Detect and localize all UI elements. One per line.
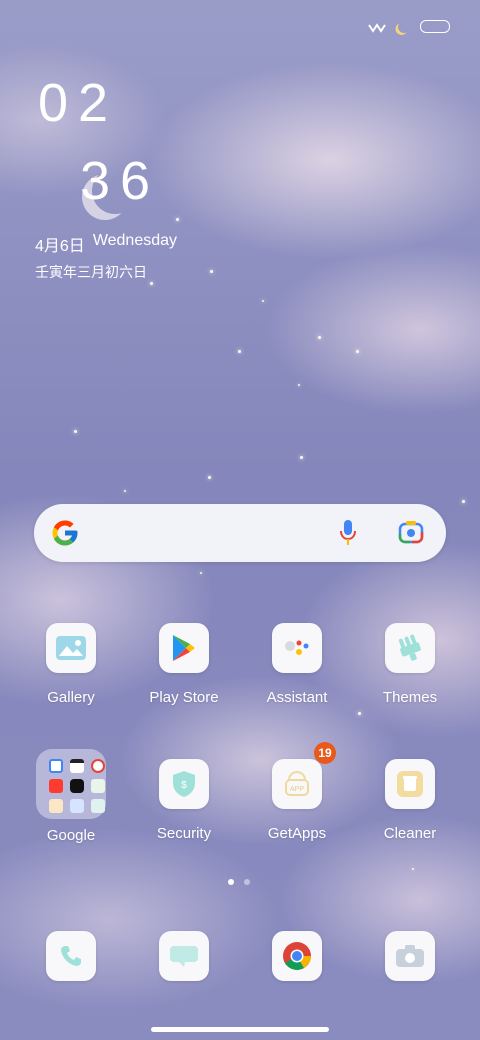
youtube-mini-icon [49,779,63,793]
google-search-bar[interactable] [34,504,446,562]
app-label: Gallery [47,689,95,706]
security-shield-icon: $ [159,759,209,809]
assistant-icon [272,623,322,673]
camera-icon [385,931,435,981]
photos-mini-icon [91,759,105,773]
play-store-icon [159,623,209,673]
themes-icon [385,623,435,673]
app-label: GetApps [267,825,327,842]
app-label: Cleaner [383,825,437,842]
dock-chrome[interactable] [241,931,353,981]
app-label: Themes [382,689,438,706]
wave-icon [368,21,388,33]
svg-text:APP: APP [290,786,304,793]
app-themes[interactable]: Themes [354,623,466,706]
app-getapps[interactable]: APP 19 GetApps [241,742,353,842]
moon-icon [396,19,411,34]
date-text: 4月6日 [35,238,85,255]
battery-icon [420,20,450,33]
google-folder-icon [36,749,106,819]
maps-mini-icon [91,779,105,793]
dock-camera[interactable] [354,931,466,981]
chrome-icon [272,931,322,981]
folder-google[interactable]: Google [15,749,127,844]
page-dot-1[interactable] [228,879,234,885]
google-lens-icon[interactable] [398,520,424,551]
app-cleaner[interactable]: Cleaner [354,759,466,842]
google-g-icon [50,518,80,548]
clock-hour[interactable]: 02 [38,72,118,134]
app-gallery[interactable]: Gallery [15,623,127,706]
clock-minute[interactable]: 36 [80,150,160,212]
getapps-icon: APP 19 [272,742,336,809]
app-label: Play Store [149,689,219,706]
drive-mini-icon [49,799,63,813]
notification-badge: 19 [314,742,336,764]
gmail-mini-icon [70,759,84,773]
microphone-icon[interactable] [340,520,356,551]
app-assistant[interactable]: Assistant [241,623,353,706]
app-play-store[interactable]: Play Store [128,623,240,706]
weekday-text: Wednesday [92,232,178,249]
meet-mini-icon [70,799,84,813]
lunar-date-text: 壬寅年三月初六日 [35,264,147,280]
svg-text:$: $ [181,780,187,791]
phone-icon [46,931,96,981]
google-search-mini-icon [49,759,63,773]
home-gesture-bar[interactable] [151,1027,329,1032]
cleaner-trash-icon [385,759,435,809]
page-indicator[interactable] [228,879,250,885]
dock-messages[interactable] [128,931,240,981]
app-label: Assistant [266,689,328,706]
app-label: Security [156,825,212,842]
app-label: Google [46,827,96,844]
page-dot-2[interactable] [244,879,250,885]
files-mini-icon [91,799,105,813]
date-line[interactable]: 4月6日 Wednesday [35,232,177,256]
dock-phone[interactable] [15,931,127,981]
gallery-icon [46,623,96,673]
tv-mini-icon [70,779,84,793]
status-bar [368,20,450,33]
messages-icon [159,931,209,981]
app-security[interactable]: $ Security [128,759,240,842]
